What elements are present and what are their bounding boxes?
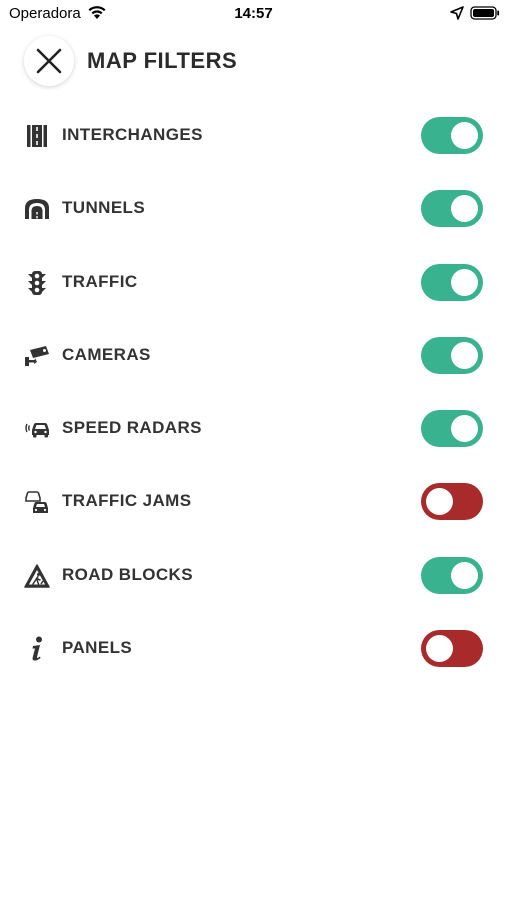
filter-row-panels: PANELS	[0, 611, 507, 684]
toggle-traffic[interactable]	[421, 263, 483, 301]
battery-icon	[470, 6, 500, 20]
filter-row-road-blocks: ROAD BLOCKS	[0, 538, 507, 611]
filter-row-traffic-jams: TRAFFIC JAMS	[0, 464, 507, 537]
toggle-knob	[426, 488, 453, 516]
filter-row-speed-radars: SPEED RADARS	[0, 391, 507, 464]
toggle-interchanges[interactable]	[421, 117, 483, 154]
toggle-knob	[426, 635, 453, 663]
status-time: 14:57	[234, 5, 273, 22]
road-block-icon	[24, 563, 50, 589]
traffic-jam-icon	[24, 489, 50, 515]
toggle-panels[interactable]	[421, 630, 483, 668]
interchange-icon	[24, 123, 50, 149]
toggle-knob	[451, 341, 478, 369]
toggle-knob	[451, 195, 478, 223]
close-icon	[36, 48, 62, 74]
filter-label-tunnels: TUNNELS	[62, 198, 146, 218]
filter-list: INTERCHANGES TUNNELS TRAFFIC CAMERAS SPE…	[0, 98, 507, 684]
toggle-road-blocks[interactable]	[421, 556, 483, 594]
filter-row-tunnels: TUNNELS	[0, 171, 507, 244]
toggle-traffic-jams[interactable]	[421, 483, 483, 521]
filter-row-traffic: TRAFFIC	[0, 245, 507, 318]
filter-label-traffic: TRAFFIC	[62, 271, 138, 291]
toggle-speed-radars[interactable]	[421, 410, 483, 448]
tunnel-icon	[24, 196, 50, 222]
filter-label-traffic-jams: TRAFFIC JAMS	[62, 491, 192, 511]
info-icon	[24, 636, 50, 662]
filter-label-interchanges: INTERCHANGES	[62, 125, 203, 144]
speed-radar-icon	[24, 416, 50, 442]
location-arrow-icon	[450, 6, 464, 20]
toggle-knob	[451, 122, 478, 149]
camera-icon	[24, 343, 50, 369]
toggle-knob	[451, 268, 478, 296]
filter-label-cameras: CAMERAS	[62, 344, 151, 364]
filter-label-speed-radars: SPEED RADARS	[62, 418, 202, 438]
traffic-light-icon	[24, 270, 50, 296]
toggle-knob	[451, 561, 478, 589]
filter-label-road-blocks: ROAD BLOCKS	[62, 564, 193, 584]
page-title: MAP FILTERS	[87, 48, 238, 73]
close-button[interactable]	[24, 36, 74, 86]
filter-row-cameras: CAMERAS	[0, 318, 507, 391]
toggle-cameras[interactable]	[421, 336, 483, 374]
filter-label-panels: PANELS	[62, 638, 133, 658]
status-bar: Operadora 14:57	[0, 0, 507, 28]
toggle-knob	[451, 415, 478, 443]
toggle-tunnels[interactable]	[421, 190, 483, 228]
filter-row-interchanges: INTERCHANGES	[0, 98, 507, 171]
